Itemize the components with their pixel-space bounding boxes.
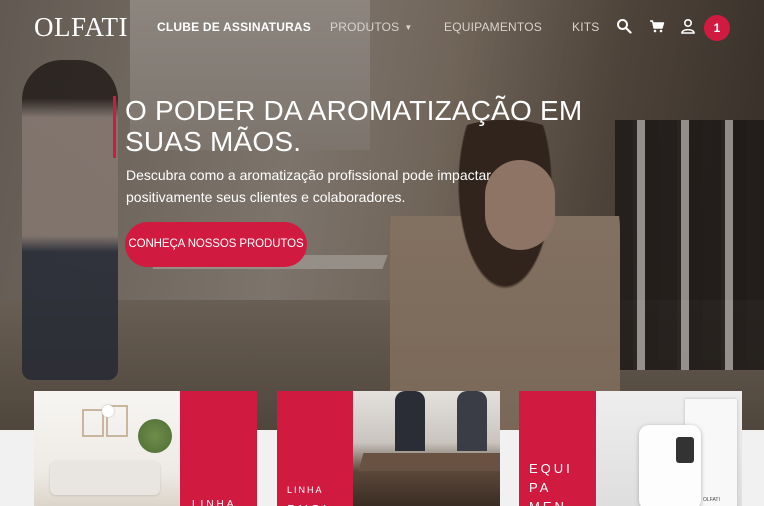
- hero-banner: O PODER DA AROMATIZAÇÃO EM SUAS MÃOS. De…: [0, 0, 764, 430]
- hero-overlay: [0, 0, 764, 430]
- top-navbar: OLFATI CLUBE DE ASSINATURAS PRODUTOS ▼ EQ…: [0, 0, 764, 56]
- pendant-lamp: [102, 405, 114, 417]
- hero-title: O PODER DA AROMATIZAÇÃO EM SUAS MÃOS.: [125, 95, 583, 157]
- wall-frame: [82, 409, 104, 437]
- cart-icon[interactable]: [649, 18, 665, 34]
- card-label-line: PA: [529, 480, 552, 495]
- cart-count-badge[interactable]: 1: [704, 15, 730, 41]
- nav-clube-assinaturas[interactable]: CLUBE DE ASSINATURAS: [157, 20, 311, 34]
- card-red-panel: [180, 391, 257, 506]
- card-label-line: LINHA: [287, 485, 324, 495]
- user-icon[interactable]: [680, 18, 696, 34]
- search-icon[interactable]: [616, 18, 632, 34]
- card-label: LINHA BUSI: [287, 481, 347, 506]
- card-label-line: MEN: [529, 497, 573, 506]
- nav-label: KITS: [572, 20, 600, 34]
- nav-kits[interactable]: KITS: [572, 20, 599, 34]
- nav-label: CLUBE DE ASSINATURAS: [157, 20, 312, 34]
- business-person: [457, 391, 487, 451]
- cta-button[interactable]: CONHEÇA NOSSOS PRODUTOS: [125, 222, 307, 267]
- nav-label: EQUIPAMENTOS: [444, 20, 542, 34]
- chevron-down-icon: ▼: [404, 23, 413, 33]
- device-logo: OLFATI: [703, 497, 720, 503]
- brand-logo[interactable]: OLFATI: [34, 12, 128, 43]
- title-accent-bar: [113, 96, 116, 158]
- nav-label: PRODUTOS: [330, 20, 400, 34]
- card-linha[interactable]: LINHA: [34, 391, 257, 506]
- nav-produtos[interactable]: PRODUTOS ▼: [330, 20, 413, 34]
- card-label: LINHA: [192, 499, 237, 506]
- plant: [138, 419, 172, 453]
- sofa: [50, 461, 160, 495]
- meeting-table: [358, 453, 500, 471]
- card-label-line: EQUI: [529, 461, 573, 476]
- nav-equipamentos[interactable]: EQUIPAMENTOS: [444, 20, 542, 34]
- hero-subtitle: Descubra como a aromatização profissiona…: [126, 167, 491, 205]
- business-person: [395, 391, 425, 451]
- card-label-line: BUSI: [287, 500, 347, 506]
- card-label: EQUI PA MEN: [529, 459, 573, 506]
- card-linha-business[interactable]: LINHA BUSI: [277, 391, 500, 506]
- card-equipamentos[interactable]: OLFATI EQUI PA MEN: [519, 391, 742, 506]
- device-screen: [676, 437, 694, 463]
